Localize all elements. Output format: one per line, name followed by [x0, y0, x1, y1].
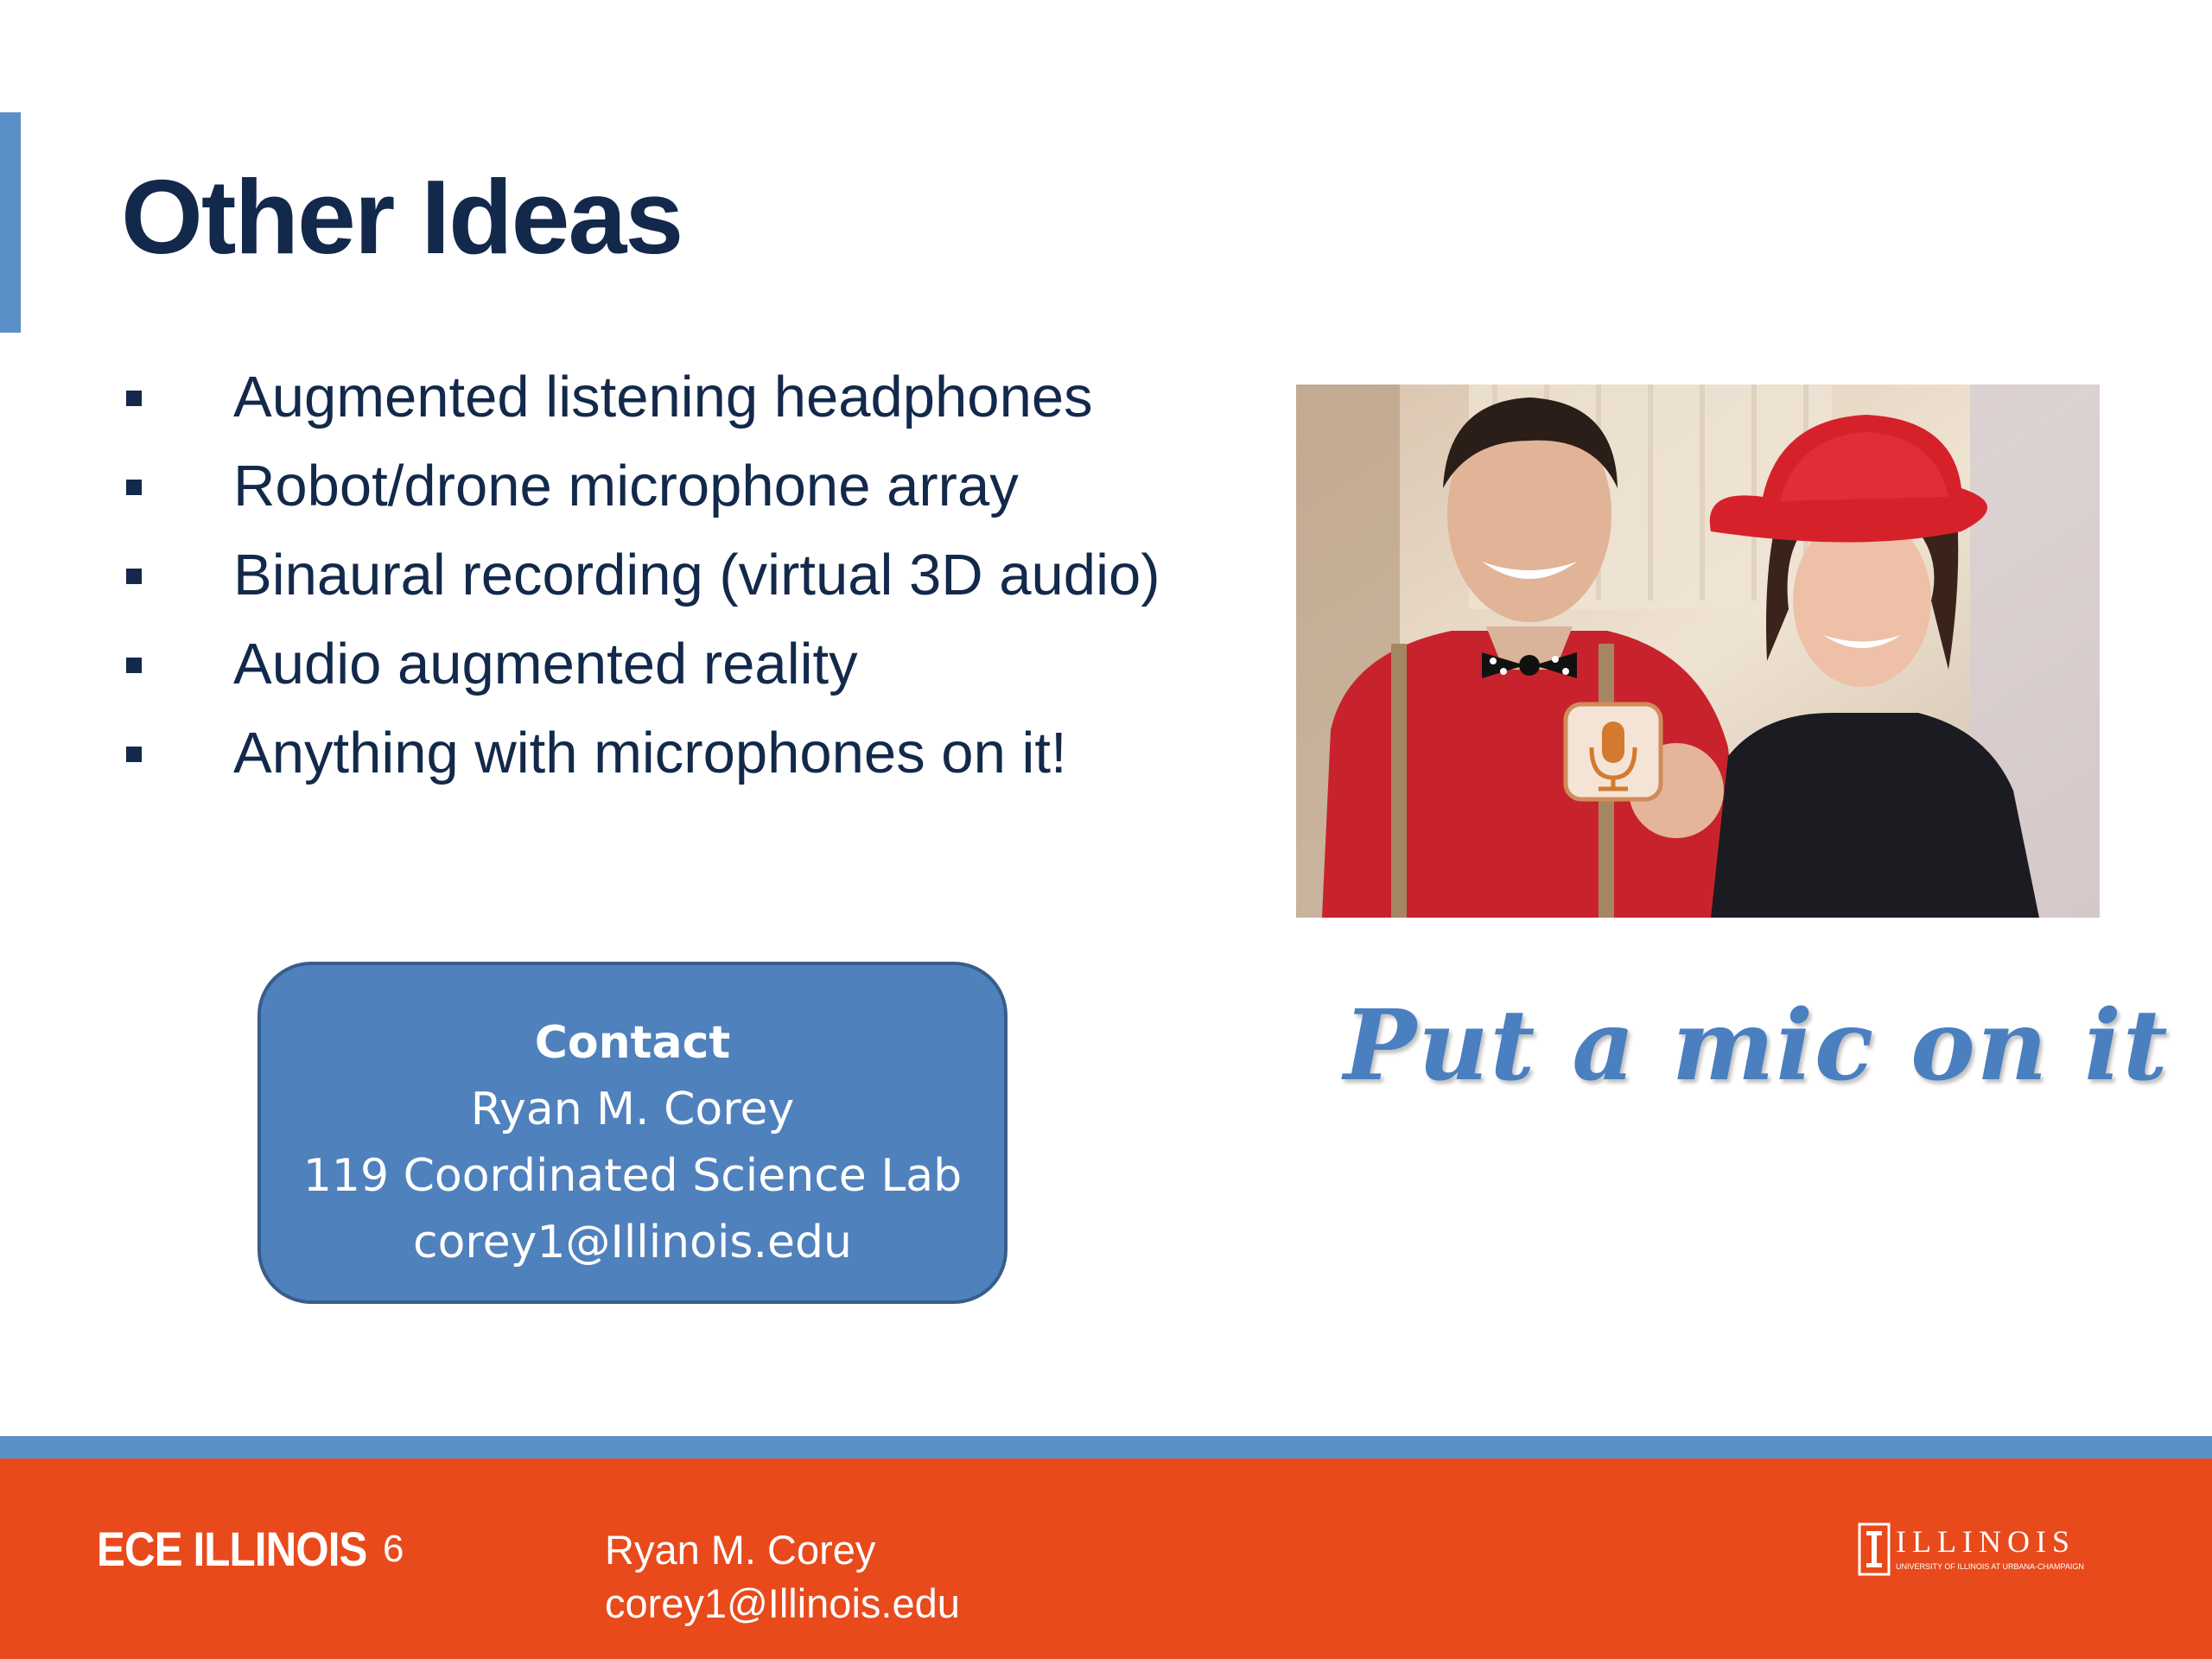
contact-heading: Contact — [534, 1017, 731, 1069]
photo-people-with-mic — [1296, 385, 2100, 918]
footer-author-email: corey1@Illinois.edu — [605, 1580, 960, 1626]
contact-office: 119 Coordinated Science Lab — [302, 1150, 963, 1202]
bullet-square-icon — [126, 658, 142, 673]
list-item-text: Audio augmented reality — [233, 632, 858, 696]
illinois-university-logo: ILLINOIS UNIVERSITY OF ILLINOIS AT URBAN… — [1858, 1522, 2084, 1576]
list-item-text: Anything with microphones on it! — [233, 721, 1067, 785]
bullet-square-icon — [126, 480, 142, 495]
list-item-text: Binaural recording (virtual 3D audio) — [233, 543, 1160, 607]
page-number: 6 — [383, 1528, 404, 1570]
ece-illinois-logo: ECE ILLINOIS — [97, 1522, 367, 1576]
bullet-square-icon — [126, 569, 142, 584]
footer-author-block: Ryan M. Corey corey1@Illinois.edu — [605, 1523, 960, 1630]
slide-title: Other Ideas — [121, 158, 683, 276]
bullet-square-icon — [126, 391, 142, 406]
title-accent-bar — [0, 112, 21, 333]
contact-email: corey1@Illinois.edu — [413, 1217, 852, 1268]
tagline: Put a mic on it — [1344, 989, 2170, 1103]
list-item-text: Robot/drone microphone array — [233, 454, 1019, 518]
contact-box: Contact Ryan M. Corey 119 Coordinated Sc… — [257, 962, 1007, 1304]
footer-stripe — [0, 1436, 2212, 1459]
bullet-square-icon — [126, 747, 142, 762]
footer-author-name: Ryan M. Corey — [605, 1527, 876, 1573]
svg-text:ILLINOIS: ILLINOIS — [1896, 1524, 2075, 1559]
list-item-text: Augmented listening headphones — [233, 365, 1093, 429]
contact-name: Ryan M. Corey — [470, 1084, 795, 1135]
svg-text:UNIVERSITY OF ILLINOIS AT URBA: UNIVERSITY OF ILLINOIS AT URBANA-CHAMPAI… — [1896, 1562, 2084, 1571]
